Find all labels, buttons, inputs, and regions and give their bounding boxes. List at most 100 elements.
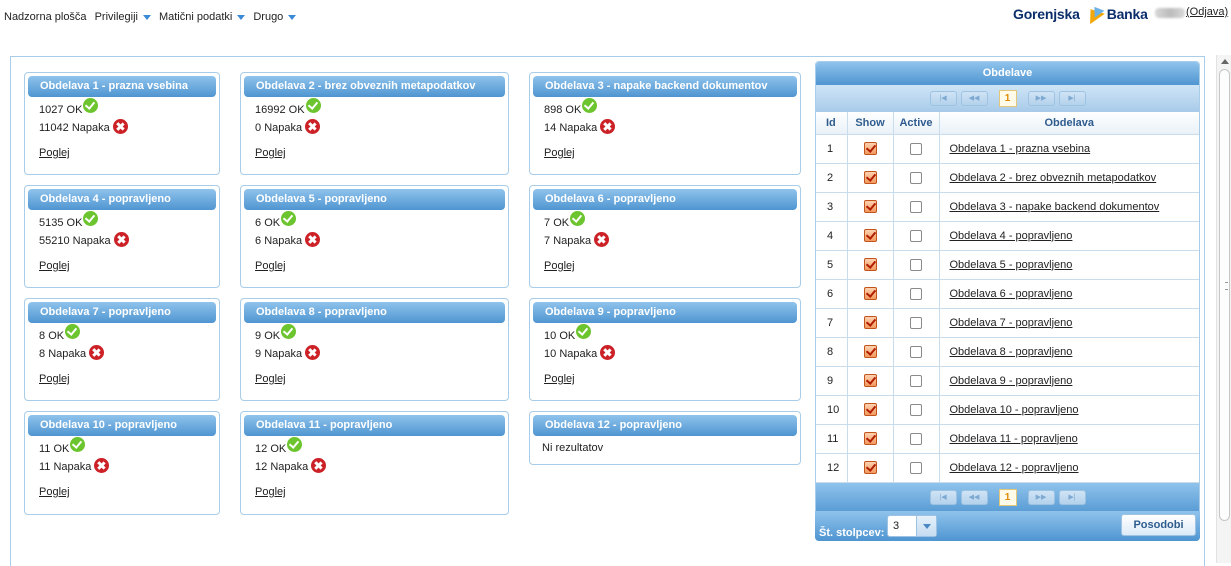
scroll-thumb[interactable] <box>1219 69 1230 521</box>
show-checkbox[interactable] <box>863 432 877 445</box>
view-link[interactable]: Poglej <box>39 373 70 385</box>
show-checkbox[interactable] <box>863 461 877 474</box>
column-show[interactable]: Show <box>847 112 894 135</box>
table-row[interactable]: 10 Obdelava 10 - popravljeno <box>816 395 1199 425</box>
ok-label: OK <box>270 443 287 455</box>
active-checkbox[interactable] <box>910 345 922 358</box>
processing-link[interactable]: Obdelava 9 - popravljeno <box>950 375 1073 387</box>
processing-link[interactable]: Obdelava 12 - popravljeno <box>950 462 1079 474</box>
active-checkbox[interactable] <box>910 142 922 155</box>
table-row[interactable]: 3 Obdelava 3 - napake backend dokumentov <box>816 192 1199 222</box>
processing-link[interactable]: Obdelava 10 - popravljeno <box>950 404 1079 416</box>
view-link[interactable]: Poglej <box>255 373 286 385</box>
current-page[interactable]: 1 <box>998 488 1017 506</box>
ok-count: 16992 OK <box>255 97 508 119</box>
update-button[interactable]: Posodobi <box>1121 514 1196 536</box>
show-checkbox[interactable] <box>863 200 877 213</box>
logout-link[interactable]: (Odjava) <box>1186 6 1228 18</box>
prev-page-button[interactable]: ◀◀ <box>960 91 988 106</box>
error-count-value: 55210 <box>39 235 70 247</box>
check-icon <box>281 323 297 339</box>
table-row[interactable]: 8 Obdelava 8 - popravljeno <box>816 337 1199 367</box>
view-link[interactable]: Poglej <box>39 260 70 272</box>
error-icon <box>305 344 321 360</box>
table-row[interactable]: 12 Obdelava 12 - popravljeno <box>816 453 1199 483</box>
active-checkbox[interactable] <box>910 316 922 329</box>
processing-link[interactable]: Obdelava 6 - popravljeno <box>950 288 1073 300</box>
column-name[interactable]: Obdelava <box>939 112 1199 135</box>
error-icon <box>89 344 105 360</box>
active-cell <box>893 337 940 367</box>
processing-link[interactable]: Obdelava 7 - popravljeno <box>950 317 1073 329</box>
active-checkbox[interactable] <box>910 200 922 213</box>
column-active[interactable]: Active <box>893 112 940 135</box>
active-checkbox[interactable] <box>910 403 922 416</box>
processing-link[interactable]: Obdelava 11 - popravljeno <box>950 433 1078 445</box>
active-checkbox[interactable] <box>910 258 922 271</box>
table-row[interactable]: 5 Obdelava 5 - popravljeno <box>816 250 1199 280</box>
view-link[interactable]: Poglej <box>544 373 575 385</box>
show-cell <box>847 134 894 164</box>
processing-link[interactable]: Obdelava 2 - brez obveznih metapodatkov <box>950 172 1157 184</box>
processing-link[interactable]: Obdelava 4 - popravljeno <box>950 230 1073 242</box>
table-row[interactable]: 7 Obdelava 7 - popravljeno <box>816 308 1199 338</box>
columns-select[interactable]: 3 <box>887 515 937 537</box>
table-row[interactable]: 1 Obdelava 1 - prazna vsebina <box>816 134 1199 164</box>
vertical-scrollbar[interactable] <box>1216 55 1231 563</box>
nav-privileges[interactable]: Privilegiji <box>95 11 151 23</box>
active-checkbox[interactable] <box>910 229 922 242</box>
active-checkbox[interactable] <box>910 432 922 445</box>
view-link[interactable]: Poglej <box>255 260 286 272</box>
show-cell <box>847 308 894 338</box>
first-page-button[interactable]: |◀ <box>929 91 957 106</box>
next-page-button[interactable]: ▶▶ <box>1027 91 1055 106</box>
column-id[interactable]: Id <box>816 112 848 135</box>
processing-link[interactable]: Obdelava 5 - popravljeno <box>950 259 1073 271</box>
current-page[interactable]: 1 <box>998 90 1017 107</box>
table-row[interactable]: 11 Obdelava 11 - popravljeno <box>816 424 1199 454</box>
show-checkbox[interactable] <box>863 316 877 329</box>
show-checkbox[interactable] <box>863 171 877 184</box>
nav-other[interactable]: Drugo <box>253 11 297 23</box>
chevron-down-icon[interactable] <box>916 516 936 536</box>
active-checkbox[interactable] <box>910 374 922 387</box>
show-checkbox[interactable] <box>863 229 877 242</box>
scroll-up-icon[interactable] <box>1221 59 1229 64</box>
view-link[interactable]: Poglej <box>39 147 70 159</box>
show-checkbox[interactable] <box>863 287 877 300</box>
view-link[interactable]: Poglej <box>255 147 286 159</box>
name-cell: Obdelava 2 - brez obveznih metapodatkov <box>939 163 1199 193</box>
processing-link[interactable]: Obdelava 1 - prazna vsebina <box>950 143 1091 155</box>
active-checkbox[interactable] <box>910 171 922 184</box>
main-nav: Nadzorna plošča Privilegiji Matični poda… <box>4 11 297 23</box>
show-checkbox[interactable] <box>863 374 877 387</box>
show-checkbox[interactable] <box>863 142 877 155</box>
view-link[interactable]: Poglej <box>39 486 70 498</box>
view-link[interactable]: Poglej <box>544 260 575 272</box>
ok-count: 7 OK <box>544 210 800 232</box>
nav-master-data[interactable]: Matični podatki <box>159 11 246 23</box>
last-page-button[interactable]: ▶| <box>1058 489 1086 505</box>
first-page-button[interactable]: |◀ <box>929 489 957 505</box>
ok-count: 8 OK <box>39 323 219 345</box>
next-page-button[interactable]: ▶▶ <box>1027 489 1055 505</box>
table-row[interactable]: 2 Obdelava 2 - brez obveznih metapodatkov <box>816 163 1199 193</box>
view-link[interactable]: Poglej <box>544 147 575 159</box>
view-link[interactable]: Poglej <box>255 486 286 498</box>
show-checkbox[interactable] <box>863 345 877 358</box>
processing-link[interactable]: Obdelava 8 - popravljeno <box>950 346 1073 358</box>
prev-page-button[interactable]: ◀◀ <box>960 489 988 505</box>
card-title: Obdelava 8 - popravljeno <box>244 302 505 323</box>
error-icon <box>113 231 129 247</box>
table-row[interactable]: 4 Obdelava 4 - popravljeno <box>816 221 1199 251</box>
active-checkbox[interactable] <box>910 287 922 300</box>
row-id: 3 <box>816 192 848 222</box>
table-row[interactable]: 9 Obdelava 9 - popravljeno <box>816 366 1199 396</box>
show-checkbox[interactable] <box>863 258 877 271</box>
nav-dashboard[interactable]: Nadzorna plošča <box>4 11 87 23</box>
active-checkbox[interactable] <box>910 461 922 474</box>
last-page-button[interactable]: ▶| <box>1058 91 1086 106</box>
processing-link[interactable]: Obdelava 3 - napake backend dokumentov <box>950 201 1160 213</box>
show-checkbox[interactable] <box>863 403 877 416</box>
table-row[interactable]: 6 Obdelava 6 - popravljeno <box>816 279 1199 309</box>
